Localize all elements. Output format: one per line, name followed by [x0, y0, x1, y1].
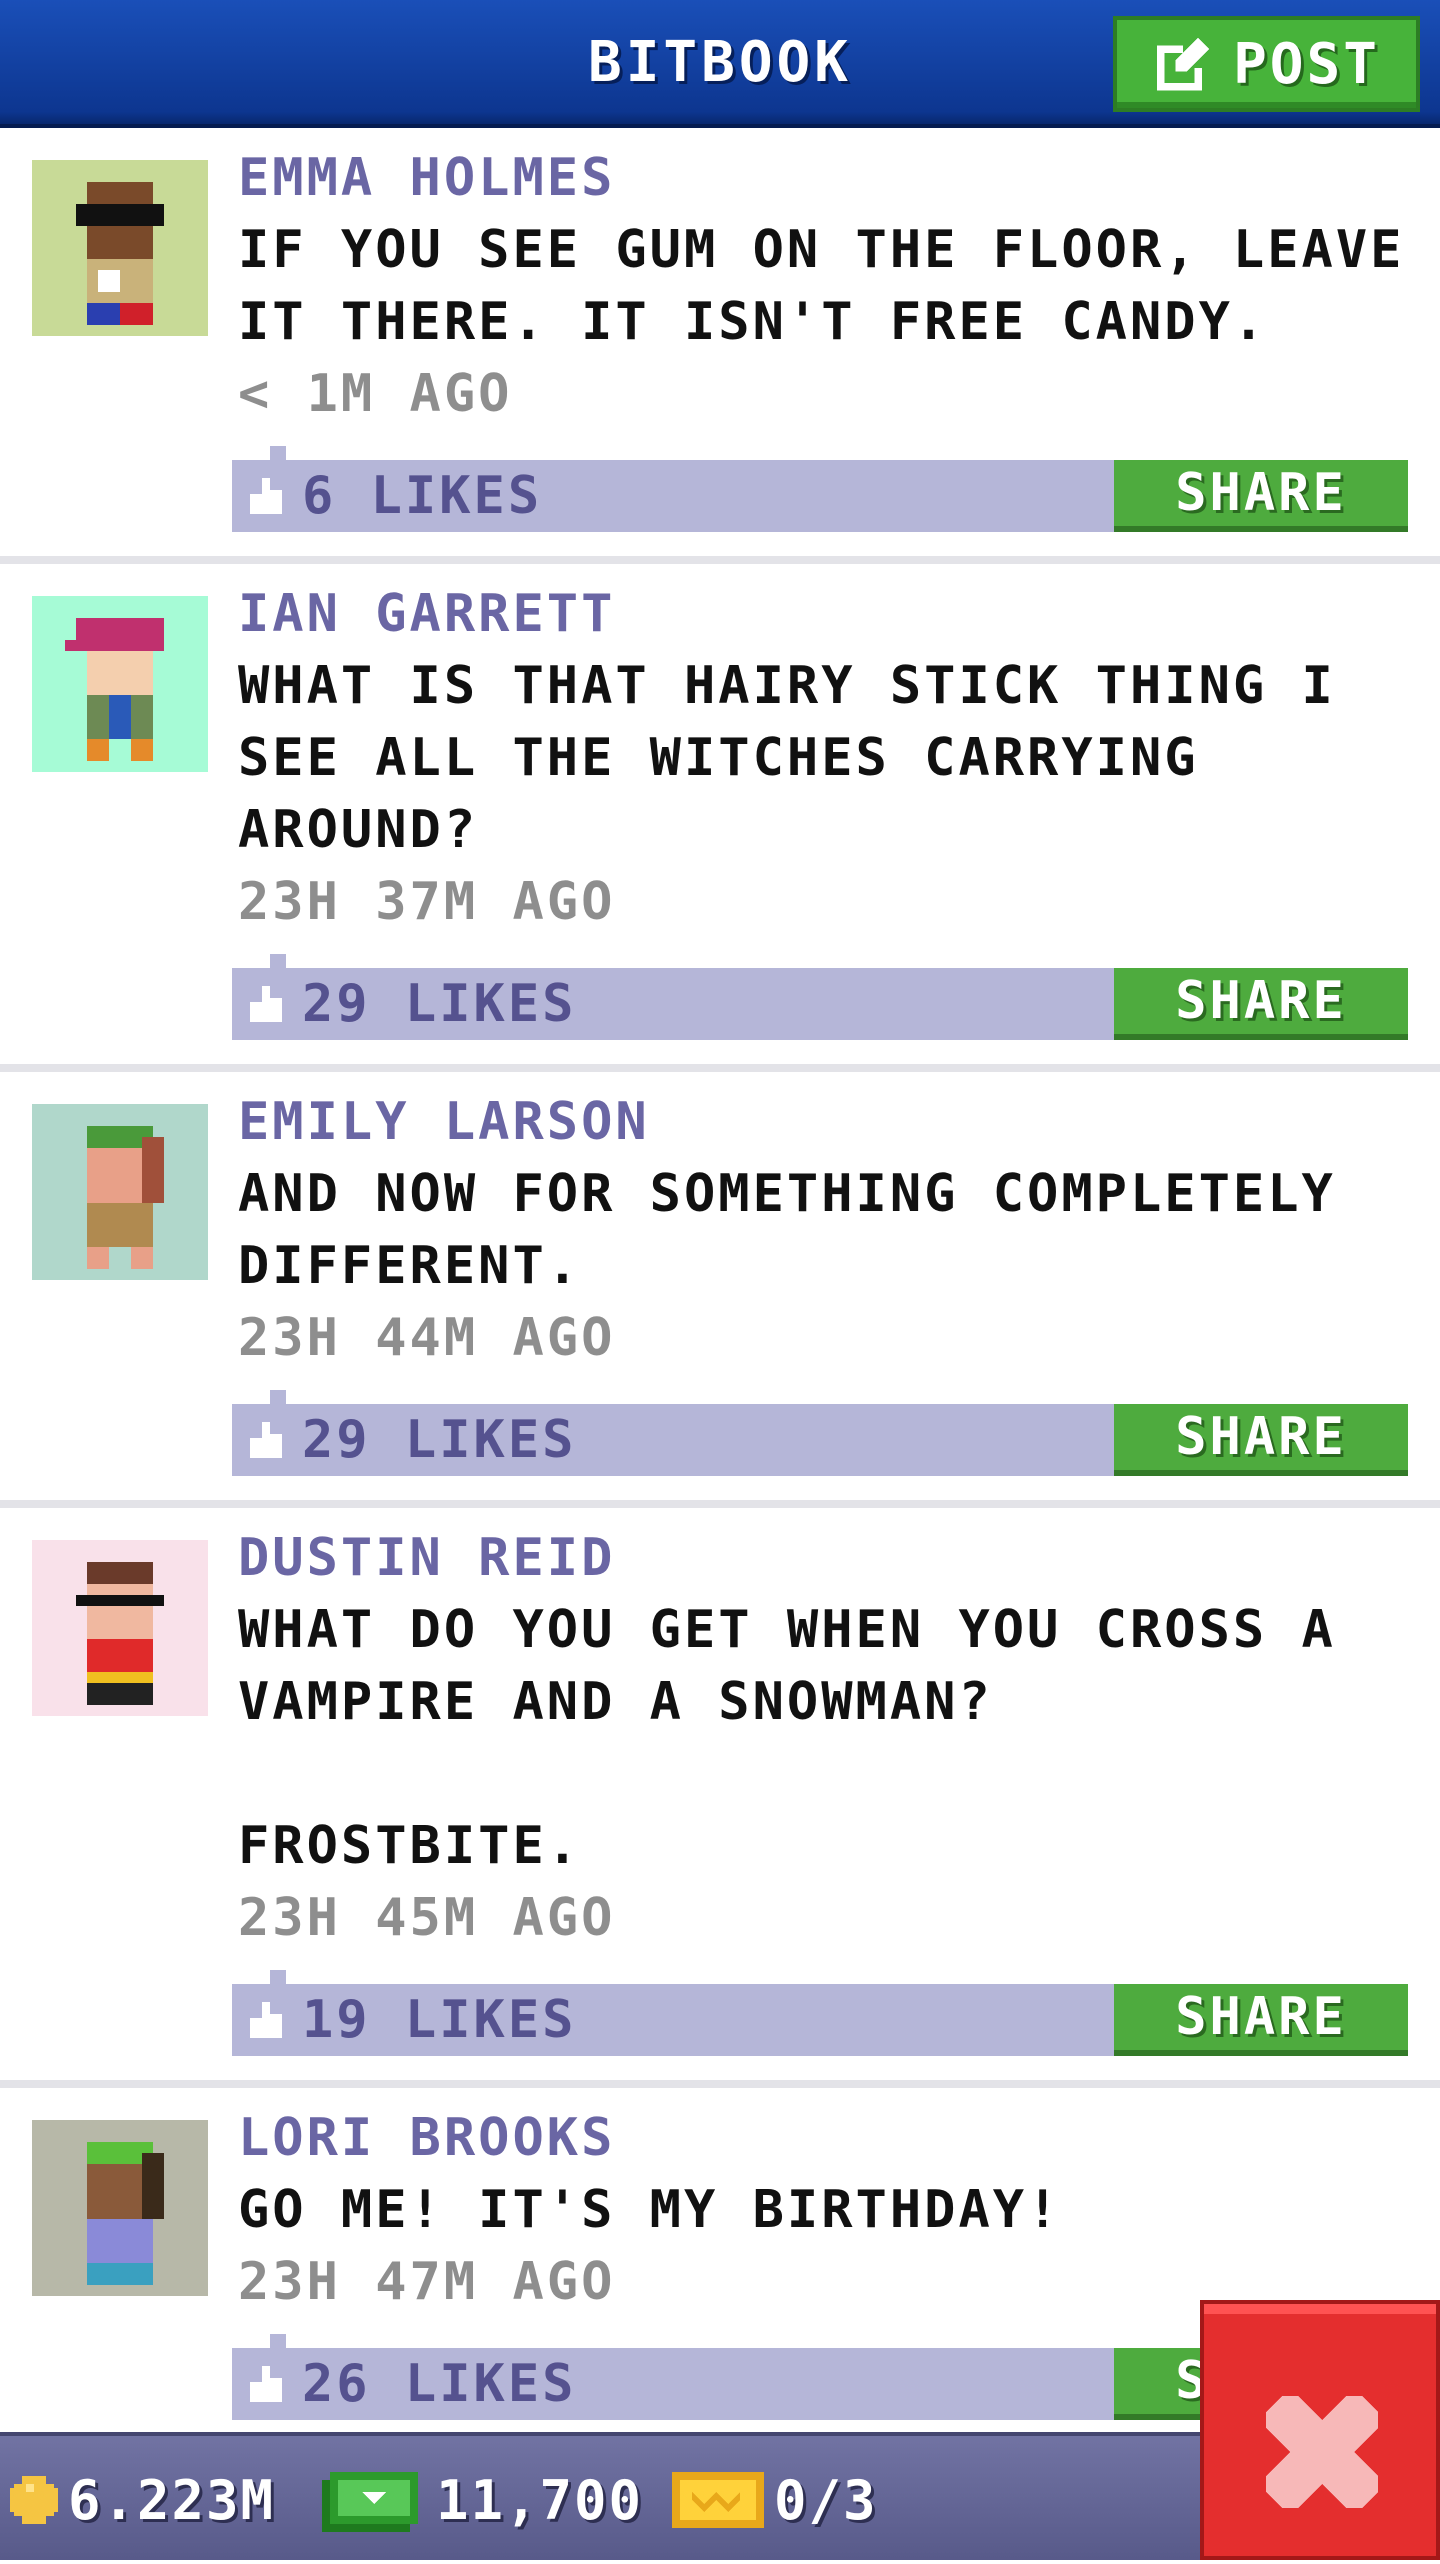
avatar-image — [76, 1562, 164, 1705]
post-action-bar: 29 LIKES SHARE — [232, 1390, 1408, 1476]
like-count[interactable]: 26 LIKES — [246, 2348, 576, 2420]
post-author[interactable]: EMILY LARSON — [238, 1092, 1420, 1152]
avatar-image — [76, 182, 164, 325]
like-count[interactable]: 19 LIKES — [246, 1984, 576, 2056]
coin-balance-label: 6.223M — [68, 2468, 276, 2532]
close-icon — [1266, 2396, 1378, 2508]
post-author[interactable]: LORI BROOKS — [238, 2108, 1420, 2168]
like-count-label: 19 LIKES — [302, 1990, 577, 2050]
feed-post: EMMA HOLMES IF YOU SEE GUM ON THE FLOOR,… — [0, 128, 1440, 564]
thumbs-up-icon — [250, 478, 282, 514]
avatar-image — [65, 618, 164, 761]
post-author[interactable]: EMMA HOLMES — [238, 148, 1420, 208]
share-button[interactable]: SHARE — [1114, 460, 1408, 532]
bux-balance-label: 11,700 — [436, 2468, 644, 2532]
avatar[interactable] — [32, 596, 208, 772]
app-header: BITBOOK POST — [0, 0, 1440, 128]
post-message: AND NOW FOR SOMETHING COMPLETELY DIFFERE… — [238, 1164, 1371, 1296]
bux-balance[interactable]: 11,700 — [322, 2436, 643, 2564]
like-count[interactable]: 29 LIKES — [246, 1404, 576, 1476]
coin-icon — [10, 2476, 58, 2524]
share-button[interactable]: SHARE — [1114, 1984, 1408, 2056]
like-count-label: 26 LIKES — [302, 2354, 577, 2414]
post-message: WHAT IS THAT HAIRY STICK THING I SEE ALL… — [238, 656, 1371, 860]
close-button[interactable] — [1200, 2300, 1440, 2560]
thumbs-up-icon — [250, 2366, 282, 2402]
thumbs-up-icon — [250, 2002, 282, 2038]
avatar[interactable] — [32, 2120, 208, 2296]
post-action-bar: 6 LIKES SHARE — [232, 446, 1408, 532]
like-count-label: 6 LIKES — [302, 466, 543, 526]
avatar-image — [87, 2142, 164, 2285]
like-count-label: 29 LIKES — [302, 974, 577, 1034]
post-author[interactable]: DUSTIN REID — [238, 1528, 1420, 1588]
avatar-image — [87, 1126, 164, 1269]
like-count-label: 29 LIKES — [302, 1410, 577, 1470]
post-time: 23H 37M AGO — [238, 872, 616, 932]
thumbs-up-icon — [250, 986, 282, 1022]
feed-post: EMILY LARSON AND NOW FOR SOMETHING COMPL… — [0, 1072, 1440, 1508]
post-time: 23H 45M AGO — [238, 1888, 616, 1948]
share-button[interactable]: SHARE — [1114, 968, 1408, 1040]
share-button[interactable]: SHARE — [1114, 1404, 1408, 1476]
ticket-icon — [672, 2472, 764, 2528]
post-action-bar: 29 LIKES SHARE — [232, 954, 1408, 1040]
post-message: WHAT DO YOU GET WHEN YOU CROSS A VAMPIRE… — [238, 1600, 1336, 1876]
avatar[interactable] — [32, 1540, 208, 1716]
feed-list: EMMA HOLMES IF YOU SEE GUM ON THE FLOOR,… — [0, 128, 1440, 2452]
ticket-balance[interactable]: 0/3 — [672, 2436, 878, 2564]
post-button-label: POST — [1233, 31, 1380, 97]
edit-icon — [1156, 37, 1210, 91]
ticket-balance-label: 0/3 — [774, 2468, 878, 2532]
thumbs-up-icon — [250, 1422, 282, 1458]
feed-post: DUSTIN REID WHAT DO YOU GET WHEN YOU CRO… — [0, 1508, 1440, 2088]
post-action-bar: 19 LIKES SHARE — [232, 1970, 1408, 2056]
post-time: < 1M AGO — [238, 364, 513, 424]
bux-icon — [322, 2472, 418, 2532]
post-author[interactable]: IAN GARRETT — [238, 584, 1420, 644]
like-count[interactable]: 6 LIKES — [246, 460, 542, 532]
like-count[interactable]: 29 LIKES — [246, 968, 576, 1040]
post-message: GO ME! IT'S MY BIRTHDAY! — [238, 2180, 1062, 2240]
coin-balance: 6.223M — [10, 2436, 275, 2564]
post-time: 23H 44M AGO — [238, 1308, 616, 1368]
post-message: IF YOU SEE GUM ON THE FLOOR, LEAVE IT TH… — [238, 220, 1439, 352]
avatar[interactable] — [32, 160, 208, 336]
feed-post: IAN GARRETT WHAT IS THAT HAIRY STICK THI… — [0, 564, 1440, 1072]
avatar[interactable] — [32, 1104, 208, 1280]
post-button[interactable]: POST — [1113, 16, 1420, 112]
